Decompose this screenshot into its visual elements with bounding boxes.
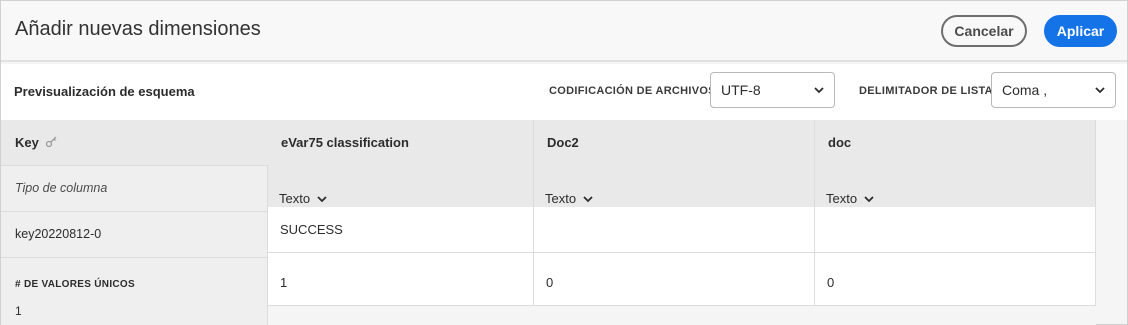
chevron-down-icon: [814, 87, 824, 94]
chevron-down-icon: [317, 195, 327, 202]
chevron-down-icon: [1095, 87, 1105, 94]
column-type-cell: Texto: [815, 166, 1096, 207]
schema-toolbar: Previsualización de esquema CODIFICACIÓN…: [1, 64, 1127, 120]
dialog-title: Añadir nuevas dimensiones: [15, 18, 261, 40]
key-header-cell: Key: [1, 120, 268, 166]
column-header: Doc2: [534, 120, 815, 166]
column-header: doc: [815, 120, 1096, 166]
column-header: eVar75 classification: [268, 120, 534, 166]
column-type-cell: Texto: [534, 166, 815, 207]
unique-values-label: # DE VALORES ÚNICOS: [15, 279, 135, 290]
value-cell: SUCCESS: [268, 207, 534, 253]
grid-bottom-filler: [268, 306, 1096, 325]
key-header: Key: [15, 135, 39, 150]
unique-values-count: 1: [15, 304, 22, 318]
delimiter-select[interactable]: Coma ,: [991, 72, 1116, 108]
schema-preview-label: Previsualización de esquema: [14, 84, 195, 99]
column-type-value: Texto: [279, 191, 311, 206]
encoding-select[interactable]: UTF-8: [710, 72, 835, 108]
delimiter-label: DELIMITADOR DE LISTA: [859, 85, 993, 97]
column-type-dropdown[interactable]: Texto: [279, 191, 328, 206]
chevron-down-icon: [583, 195, 593, 202]
column-type-dropdown[interactable]: Texto: [826, 191, 875, 206]
column-type-label: Tipo de columna: [15, 181, 108, 195]
unique-count-cell: 1: [268, 253, 534, 306]
encoding-value: UTF-8: [721, 82, 761, 98]
encoding-label: CODIFICACIÓN DE ARCHIVOS: [549, 85, 716, 97]
delimiter-value: Coma ,: [1002, 82, 1048, 98]
apply-button[interactable]: Aplicar: [1044, 15, 1117, 47]
cancel-button[interactable]: Cancelar: [941, 15, 1027, 47]
value-cell: [534, 207, 815, 253]
add-dimensions-dialog: Añadir nuevas dimensiones Cancelar Aplic…: [0, 0, 1128, 325]
column-type-value: Texto: [545, 191, 577, 206]
column-type-value: Texto: [826, 191, 858, 206]
dialog-header: Añadir nuevas dimensiones Cancelar Aplic…: [1, 1, 1127, 62]
key-icon: [45, 136, 57, 148]
row-labels-column: Key Tipo de columna key20220812-0 # DE V…: [1, 120, 268, 325]
unique-count-cell: 0: [815, 253, 1096, 306]
unique-count-cell: 0: [534, 253, 815, 306]
column-type-dropdown[interactable]: Texto: [545, 191, 594, 206]
key-value: key20220812-0: [15, 227, 102, 241]
value-cell: [815, 207, 1096, 253]
chevron-down-icon: [864, 195, 874, 202]
column-type-cell: Texto: [268, 166, 534, 207]
schema-grid: Key Tipo de columna key20220812-0 # DE V…: [1, 120, 1096, 325]
